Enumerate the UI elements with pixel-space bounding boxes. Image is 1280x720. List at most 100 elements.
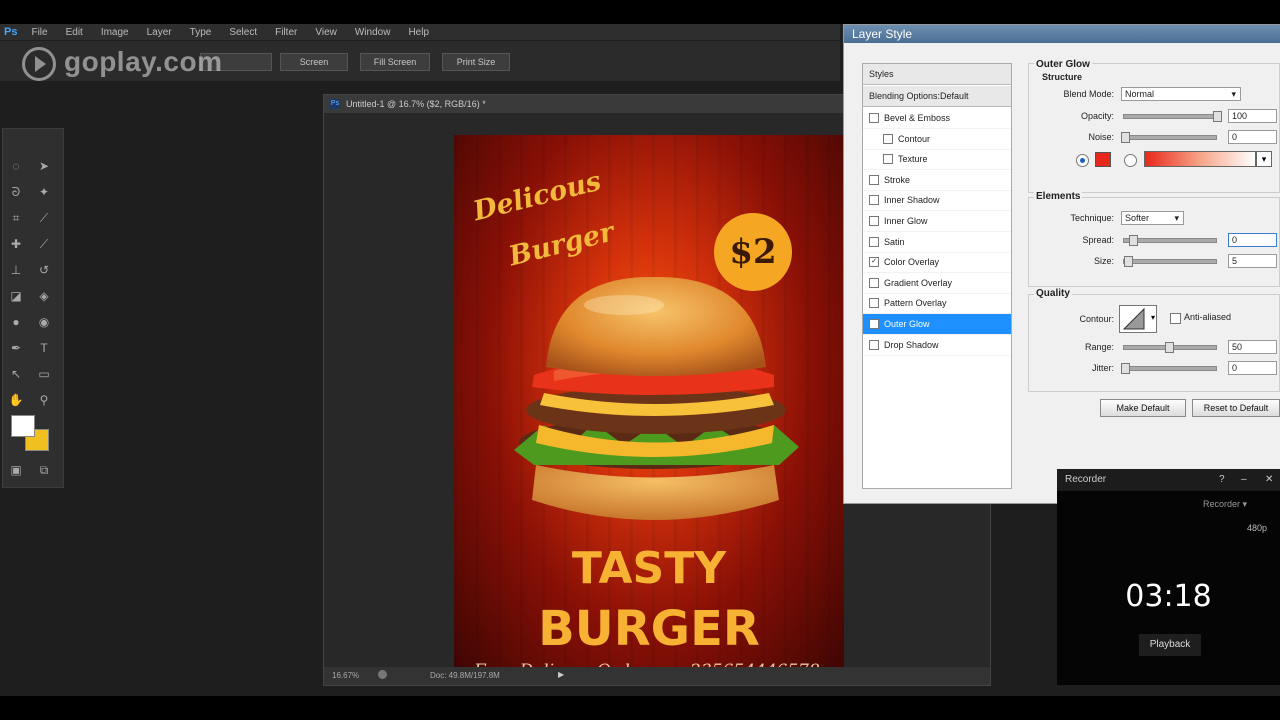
opacity-slider-thumb[interactable] [1213,111,1222,122]
glow-gradient-picker[interactable] [1144,151,1256,167]
blur-tool-icon[interactable]: ● [7,313,25,331]
history-brush-tool-icon[interactable]: ↺ [35,261,53,279]
style-item-color-overlay[interactable]: ✓ Color Overlay [863,252,1011,274]
menu-type[interactable]: Type [190,27,212,38]
stamp-tool-icon[interactable]: ⊥ [7,261,25,279]
style-item-stroke[interactable]: Stroke [863,170,1011,191]
spread-slider-thumb[interactable] [1129,235,1138,246]
style-item-inner-glow[interactable]: Inner Glow [863,211,1011,232]
healing-tool-icon[interactable]: ✚ [7,235,25,253]
quick-mask-icon[interactable]: ▣ [7,461,25,479]
style-item-pattern-overlay[interactable]: Pattern Overlay [863,293,1011,315]
magic-wand-tool-icon[interactable]: ✦ [35,183,53,201]
pen-tool-icon[interactable]: ✒ [7,339,25,357]
eraser-tool-icon[interactable]: ◪ [7,287,25,305]
style-checkbox[interactable] [869,339,879,350]
screen-button[interactable]: Screen [280,53,348,71]
jitter-slider[interactable] [1123,366,1217,371]
marquee-tool-icon[interactable]: ◌ [7,157,25,175]
style-checkbox[interactable] [869,277,879,288]
layer-style-titlebar[interactable]: Layer Style [844,25,1280,43]
size-slider[interactable] [1123,259,1217,264]
opacity-slider[interactable] [1123,114,1217,119]
hand-tool-icon[interactable]: ✋ [7,391,25,409]
style-checkbox[interactable] [869,113,879,123]
screen-mode-icon[interactable]: ⧉ [35,461,53,479]
style-item-outer-glow[interactable]: ✓ Outer Glow [863,314,1011,335]
style-item-contour[interactable]: Contour [863,129,1011,150]
dodge-tool-icon[interactable]: ◉ [35,313,53,331]
size-slider-thumb[interactable] [1124,256,1133,267]
style-checkbox[interactable] [869,174,879,185]
jitter-field[interactable]: 0 [1228,361,1277,375]
help-icon[interactable]: ? [1219,474,1225,485]
solid-color-radio[interactable] [1076,154,1089,167]
status-info-icon[interactable] [378,670,387,679]
recorder-dropdown[interactable]: Recorder ▾ [1203,499,1247,510]
style-checkbox[interactable] [869,195,879,206]
style-item-bevel-emboss[interactable]: Bevel & Emboss [863,108,1011,129]
eyedropper-tool-icon[interactable]: ⟋ [35,209,53,227]
brush-tool-icon[interactable]: ⟋ [35,235,53,253]
menu-edit[interactable]: Edit [66,27,83,38]
menu-filter[interactable]: Filter [275,27,297,38]
crop-tool-icon[interactable]: ⌗ [7,209,25,227]
opacity-field[interactable]: 100 [1228,109,1277,123]
path-select-tool-icon[interactable]: ↖ [7,365,25,383]
shape-tool-icon[interactable]: ▭ [35,365,53,383]
make-default-button[interactable]: Make Default [1100,399,1186,417]
print-size-button[interactable]: Print Size [442,53,510,71]
menu-window[interactable]: Window [355,27,391,38]
range-field[interactable]: 50 [1228,340,1277,354]
noise-slider-thumb[interactable] [1121,132,1130,143]
style-item-texture[interactable]: Texture [863,149,1011,171]
technique-select[interactable]: Softer ▾ [1121,211,1184,225]
style-checkbox[interactable] [883,154,893,165]
menu-image[interactable]: Image [101,27,129,38]
style-item-satin[interactable]: Satin [863,232,1011,253]
close-icon[interactable]: ✕ [1265,474,1273,485]
blend-mode-select[interactable]: Normal ▾ [1121,87,1241,101]
range-slider-thumb[interactable] [1165,342,1174,353]
menu-view[interactable]: View [315,27,337,38]
style-checkbox[interactable]: ✓ [869,319,879,329]
menu-file[interactable]: File [31,27,47,38]
spread-field[interactable]: 0 [1228,233,1277,247]
style-checkbox[interactable]: ✓ [869,257,879,268]
contour-picker[interactable]: ▾ [1119,305,1157,333]
noise-slider[interactable] [1123,135,1217,140]
gradient-radio[interactable] [1124,154,1137,167]
style-checkbox[interactable] [869,216,879,226]
status-arrow-icon[interactable]: ▶ [558,670,564,679]
fill-screen-button[interactable]: Fill Screen [360,53,430,71]
minimize-icon[interactable]: – [1241,474,1247,485]
type-tool-icon[interactable]: T [35,339,53,357]
zoom-tool-icon[interactable]: ⚲ [35,391,53,409]
recorder-titlebar[interactable]: Recorder ? – ✕ [1057,469,1280,491]
blend-mode-label: Blend Mode: [1063,89,1114,99]
menu-help[interactable]: Help [408,27,429,38]
jitter-slider-thumb[interactable] [1121,363,1130,374]
menu-select[interactable]: Select [229,27,257,38]
paint-bucket-tool-icon[interactable]: ◈ [35,287,53,305]
style-item-inner-shadow[interactable]: Inner Shadow [863,190,1011,212]
menu-layer[interactable]: Layer [147,27,172,38]
style-item-gradient-overlay[interactable]: Gradient Overlay [863,273,1011,294]
gradient-dropdown-icon[interactable]: ▾ [1256,151,1272,167]
zoom-level[interactable]: 16.67% [332,671,359,680]
glow-color-swatch[interactable] [1095,152,1111,167]
anti-aliased-checkbox[interactable] [1170,313,1181,324]
foreground-color-swatch[interactable] [11,415,35,437]
styles-header[interactable]: Styles [863,64,1011,85]
style-checkbox[interactable] [869,236,879,247]
move-tool-icon[interactable]: ➤ [35,157,53,175]
style-item-drop-shadow[interactable]: Drop Shadow [863,335,1011,356]
reset-to-default-button[interactable]: Reset to Default [1192,399,1280,417]
lasso-tool-icon[interactable]: ᘐ [7,183,25,201]
size-field[interactable]: 5 [1228,254,1277,268]
style-checkbox[interactable] [869,298,879,309]
blending-options-item[interactable]: Blending Options:Default [863,86,1011,107]
style-checkbox[interactable] [883,133,893,144]
playback-button[interactable]: Playback [1139,634,1201,656]
noise-field[interactable]: 0 [1228,130,1277,144]
